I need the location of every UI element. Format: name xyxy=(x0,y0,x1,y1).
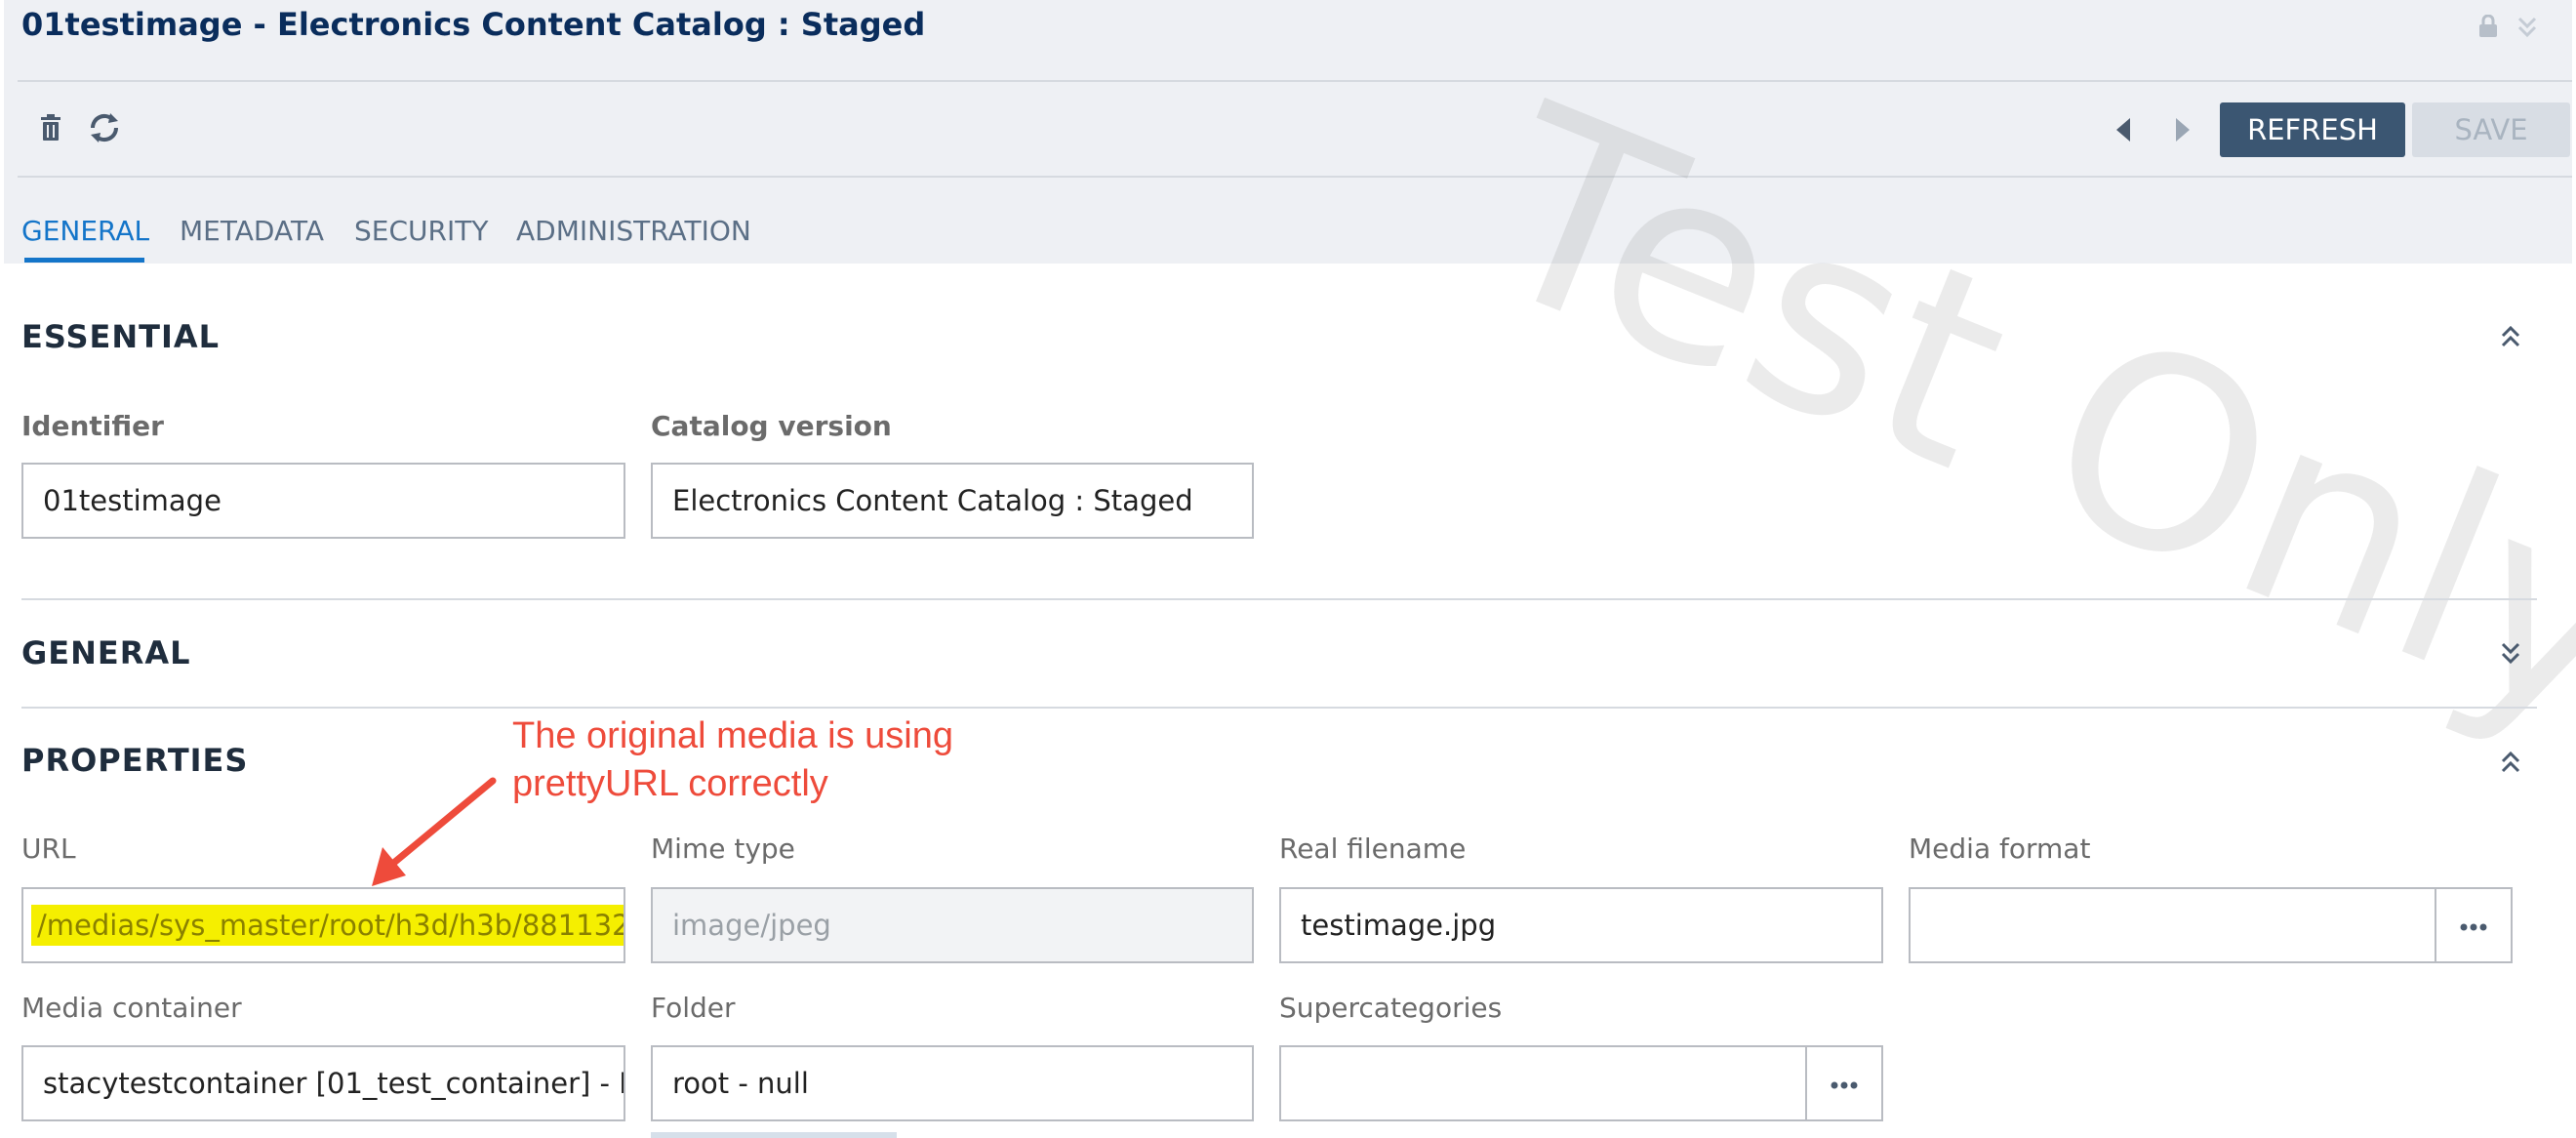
annotation-arrow xyxy=(372,777,497,886)
